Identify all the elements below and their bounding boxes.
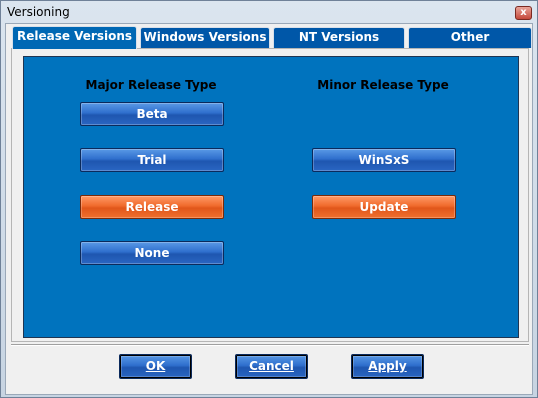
beta-button[interactable]: Beta: [80, 102, 224, 126]
dialog-client-area: Release Versions Windows Versions NT Ver…: [5, 23, 533, 395]
ok-button[interactable]: OK: [119, 354, 192, 379]
update-button[interactable]: Update: [312, 195, 456, 219]
major-release-heading: Major Release Type: [85, 78, 217, 92]
tab-windows-versions[interactable]: Windows Versions: [140, 27, 270, 48]
winsxs-button[interactable]: WinSxS: [312, 148, 456, 172]
tab-release-versions[interactable]: Release Versions: [12, 26, 137, 49]
tab-panel-frame: Major Release Type Minor Release Type Be…: [11, 48, 529, 342]
title-bar[interactable]: Versioning x: [1, 1, 537, 23]
cancel-button[interactable]: Cancel: [235, 354, 308, 379]
release-versions-panel: Major Release Type Minor Release Type Be…: [23, 56, 519, 338]
close-icon: x: [520, 7, 527, 18]
tab-nt-versions[interactable]: NT Versions: [273, 27, 405, 48]
tab-other[interactable]: Other: [408, 27, 532, 48]
release-button[interactable]: Release: [80, 195, 224, 219]
none-button[interactable]: None: [80, 241, 224, 265]
minor-release-heading: Minor Release Type: [317, 78, 449, 92]
apply-button[interactable]: Apply: [351, 354, 424, 379]
footer-separator: [11, 344, 529, 346]
versioning-dialog: Versioning x Release Versions Windows Ve…: [0, 0, 538, 398]
window-title: Versioning: [7, 5, 70, 19]
trial-button[interactable]: Trial: [80, 148, 224, 172]
close-button[interactable]: x: [515, 6, 532, 20]
